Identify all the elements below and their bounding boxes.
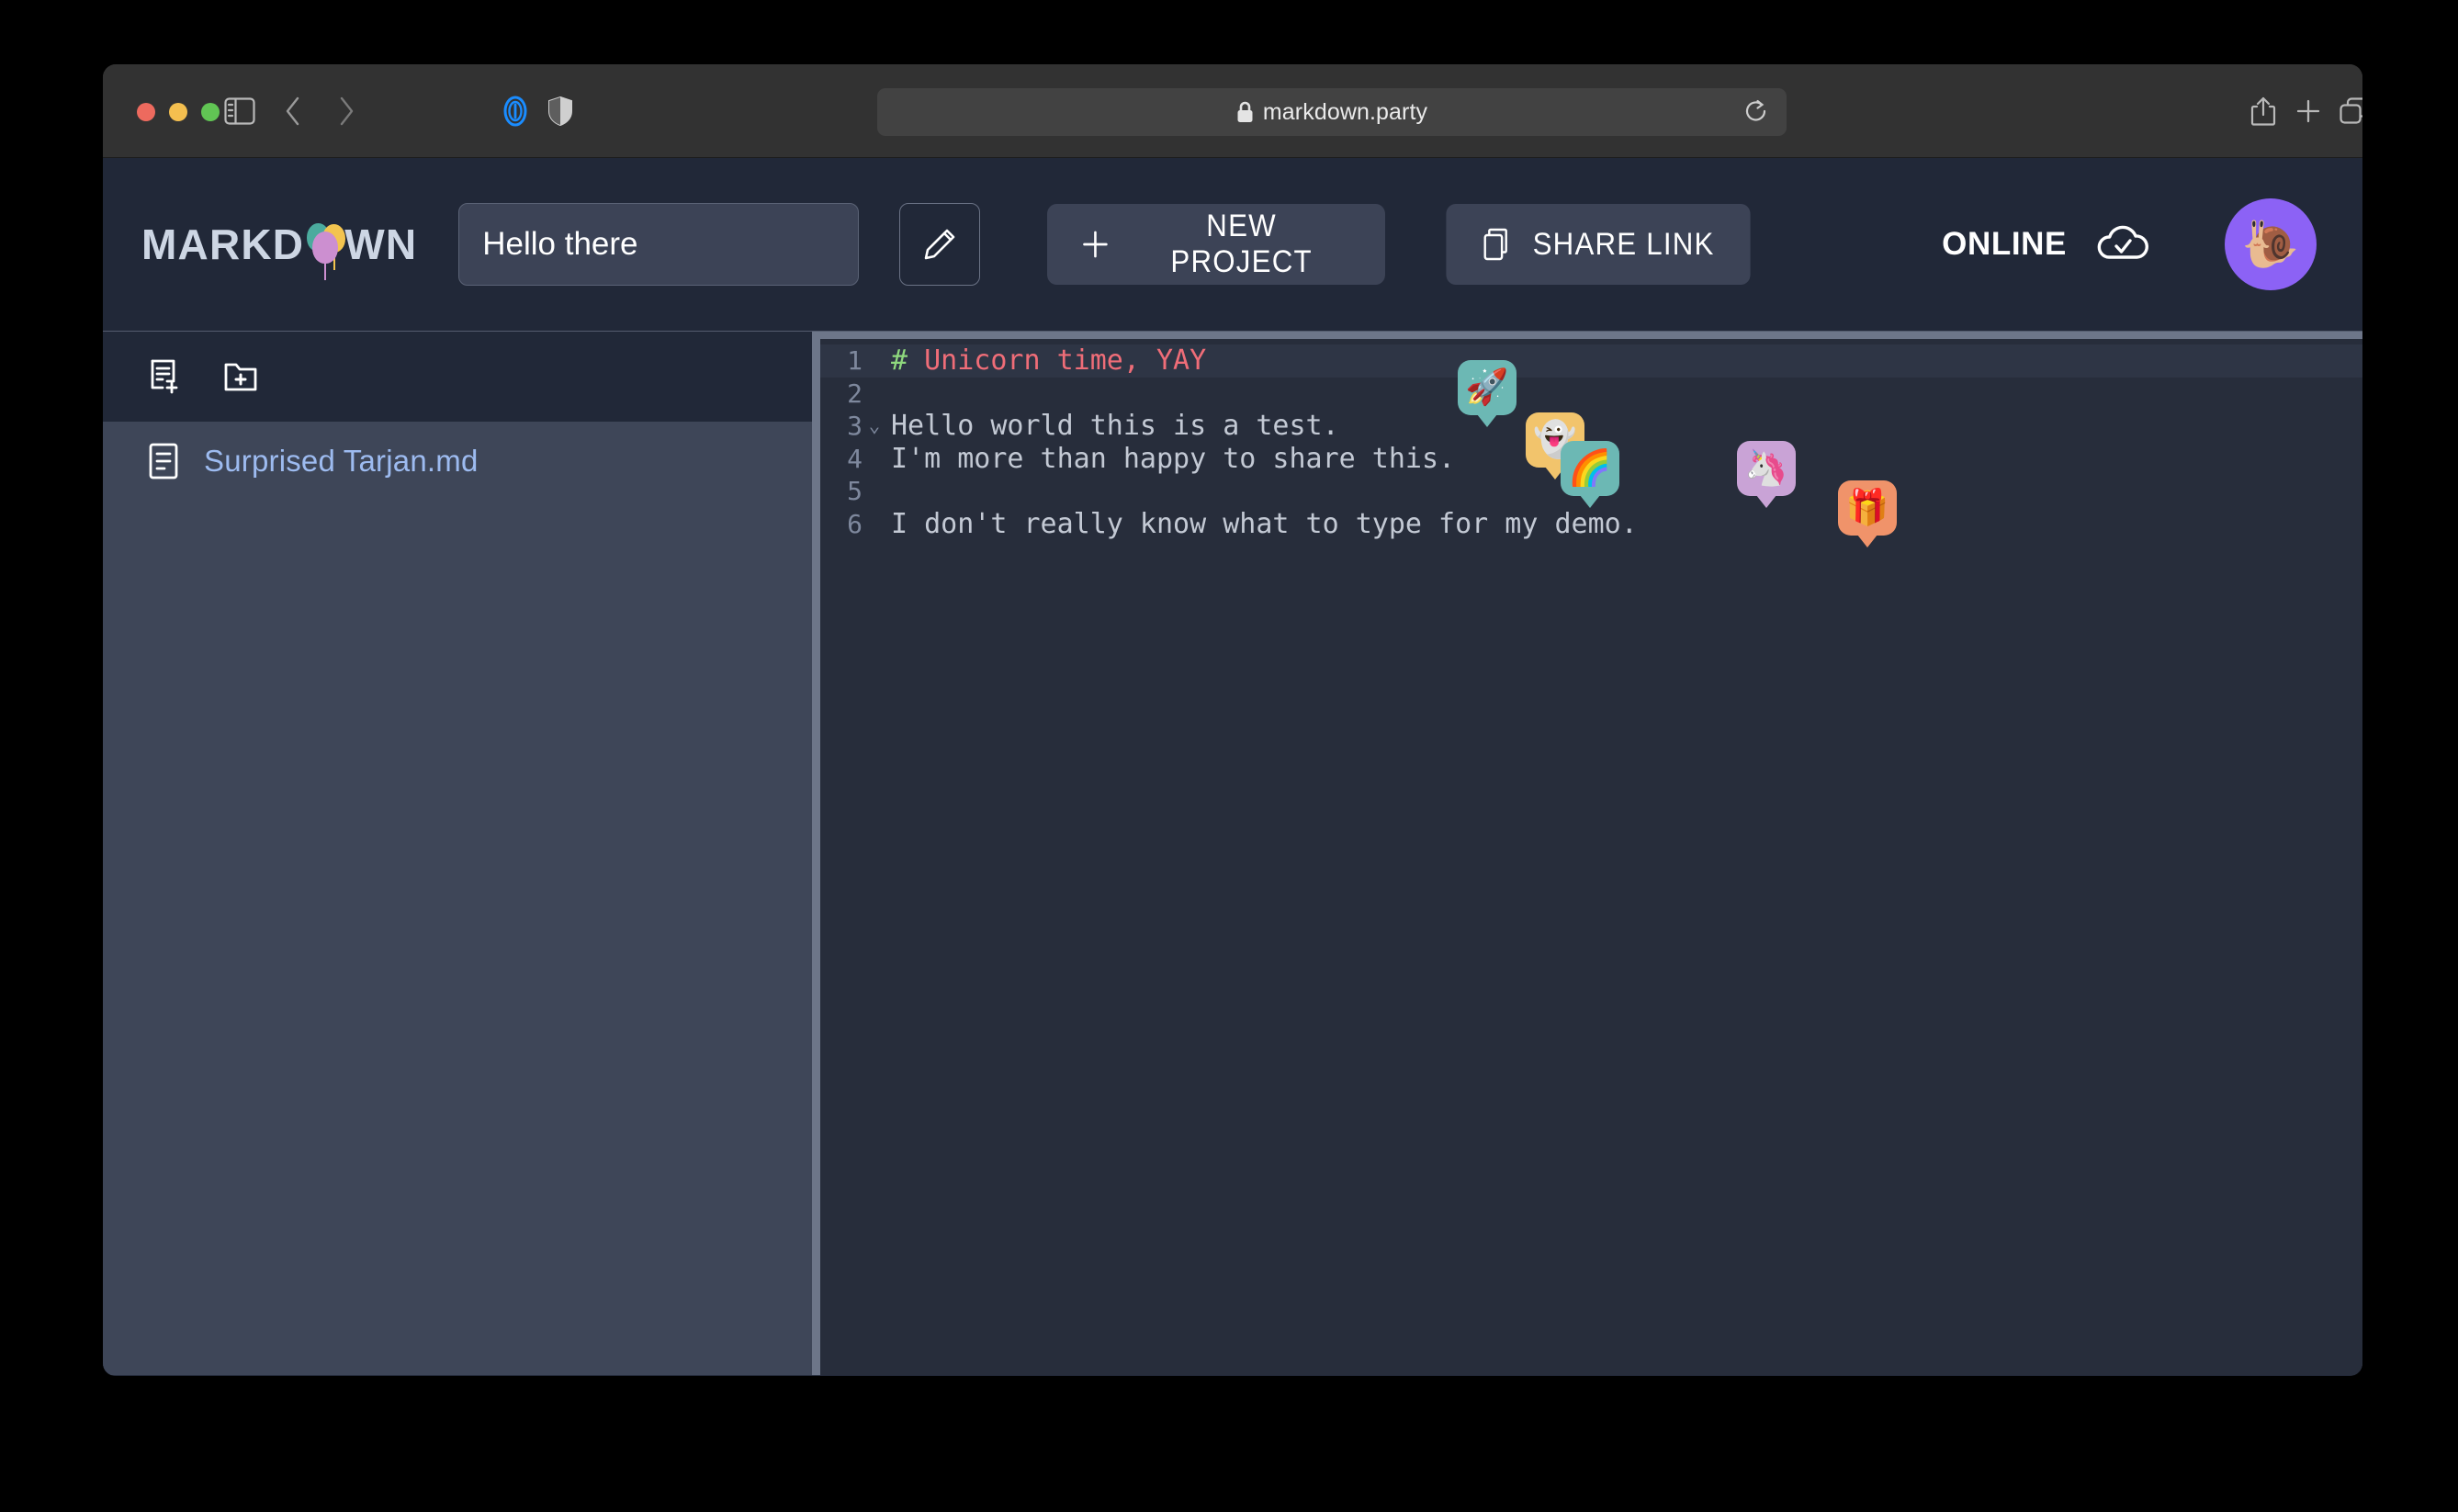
logo-text-before: MARKD — [141, 220, 305, 268]
browser-toolbar: markdown.party — [103, 64, 2362, 158]
editor-top-rule — [820, 332, 2362, 339]
sidebar-toggle-icon[interactable] — [224, 96, 255, 125]
heading-hash-token: # — [891, 344, 908, 377]
share-link-button[interactable]: SHARE LINK — [1446, 204, 1751, 285]
share-link-label: SHARE LINK — [1532, 226, 1715, 262]
presence-marker-rocket[interactable]: 🚀 — [1458, 360, 1517, 415]
line-number: 3 — [847, 411, 863, 441]
url-text: markdown.party — [1262, 98, 1428, 125]
line-number: 2 — [847, 378, 863, 409]
privacy-shield-icon[interactable] — [547, 96, 573, 127]
new-tab-icon[interactable] — [2295, 97, 2322, 125]
code-line-text: I'm more than happy to share this. — [891, 442, 1456, 475]
code-line[interactable]: 1 # Unicorn time, YAY — [820, 344, 2362, 378]
markdown-file-icon — [147, 442, 182, 480]
reader-mode-icon[interactable] — [500, 96, 531, 127]
code-area[interactable]: 1 # Unicorn time, YAY 2 3 ⌄ Hello world this … — [820, 339, 2362, 540]
share-icon[interactable] — [2249, 96, 2277, 127]
fold-chevron-icon[interactable]: ⌄ — [863, 410, 886, 443]
project-title-input[interactable] — [458, 203, 860, 286]
pencil-icon — [921, 226, 958, 263]
file-list-item[interactable]: Surprised Tarjan.md — [103, 422, 812, 501]
back-chevron-icon[interactable] — [283, 96, 303, 127]
address-bar[interactable]: markdown.party — [877, 88, 1787, 136]
lock-icon — [1236, 101, 1254, 123]
user-avatar[interactable]: 🐌 — [2225, 198, 2317, 290]
new-project-button[interactable]: NEW PROJECT — [1047, 204, 1386, 285]
presence-marker-unicorn[interactable]: 🦄 — [1737, 441, 1796, 496]
forward-chevron-icon[interactable] — [336, 96, 356, 127]
code-line-text: # Unicorn time, YAY — [886, 344, 1206, 378]
markdown-editor[interactable]: 1 # Unicorn time, YAY 2 3 ⌄ Hello world this … — [820, 332, 2362, 1375]
plus-icon — [1081, 229, 1110, 260]
line-number: 5 — [847, 476, 863, 506]
presence-marker-rainbow[interactable]: 🌈 — [1561, 441, 1619, 496]
copy-icon — [1483, 227, 1511, 262]
tab-overview-icon[interactable] — [2339, 96, 2362, 126]
code-line-text: Hello world this is a test. — [891, 410, 1339, 442]
window-traffic-lights — [137, 103, 220, 121]
cloud-check-icon — [2094, 224, 2151, 265]
presence-marker-emoji: 🎁 — [1845, 489, 1889, 527]
line-number: 4 — [847, 443, 863, 474]
line-number: 1 — [847, 345, 863, 376]
code-line[interactable]: 6 I don't really know what to type for my… — [820, 508, 2362, 541]
markdown-party-app: MARKD WN Hello there NEW PROJECT SHARE L… — [103, 158, 2362, 1376]
app-main: Surprised Tarjan.md 1 # Unicorn time, YAY… — [103, 332, 2362, 1375]
balloons-icon — [304, 221, 346, 280]
edit-title-button[interactable] — [899, 203, 981, 286]
presence-marker-emoji: 🌈 — [1568, 449, 1612, 488]
heading-text-token: Unicorn time, YAY — [908, 344, 1207, 377]
new-file-icon[interactable] — [147, 357, 186, 396]
app-logo: MARKD WN — [141, 220, 418, 280]
presence-marker-emoji: 🦄 — [1744, 449, 1788, 488]
online-label: ONLINE — [1942, 226, 2067, 262]
presence-marker-gift[interactable]: 🎁 — [1838, 480, 1897, 536]
file-sidebar: Surprised Tarjan.md — [103, 332, 812, 1375]
minimize-window-button[interactable] — [169, 103, 187, 121]
file-name-label: Surprised Tarjan.md — [204, 444, 479, 478]
new-project-label: NEW PROJECT — [1170, 209, 1314, 279]
code-line-text: I don't really know what to type for my … — [891, 507, 1638, 540]
browser-window: markdown.party MARKD WN Hello there NEW … — [103, 64, 2362, 1376]
new-folder-icon[interactable] — [222, 359, 261, 394]
zoom-window-button[interactable] — [201, 103, 220, 121]
file-list: Surprised Tarjan.md — [103, 422, 812, 501]
presence-marker-emoji: 🚀 — [1465, 368, 1509, 407]
sidebar-toolbar — [103, 332, 812, 422]
code-line[interactable]: 3 ⌄ Hello world this is a test. — [820, 410, 2362, 443]
split-divider[interactable] — [812, 332, 820, 1375]
code-line[interactable]: 2 — [820, 378, 2362, 411]
reload-icon[interactable] — [1744, 99, 1768, 125]
close-window-button[interactable] — [137, 103, 155, 121]
app-header: MARKD WN Hello there NEW PROJECT SHARE L… — [103, 158, 2362, 332]
online-status: ONLINE — [1942, 224, 2151, 265]
line-number: 6 — [847, 508, 863, 539]
logo-text-after: WN — [344, 220, 418, 268]
avatar-emoji: 🐌 — [2241, 218, 2300, 270]
